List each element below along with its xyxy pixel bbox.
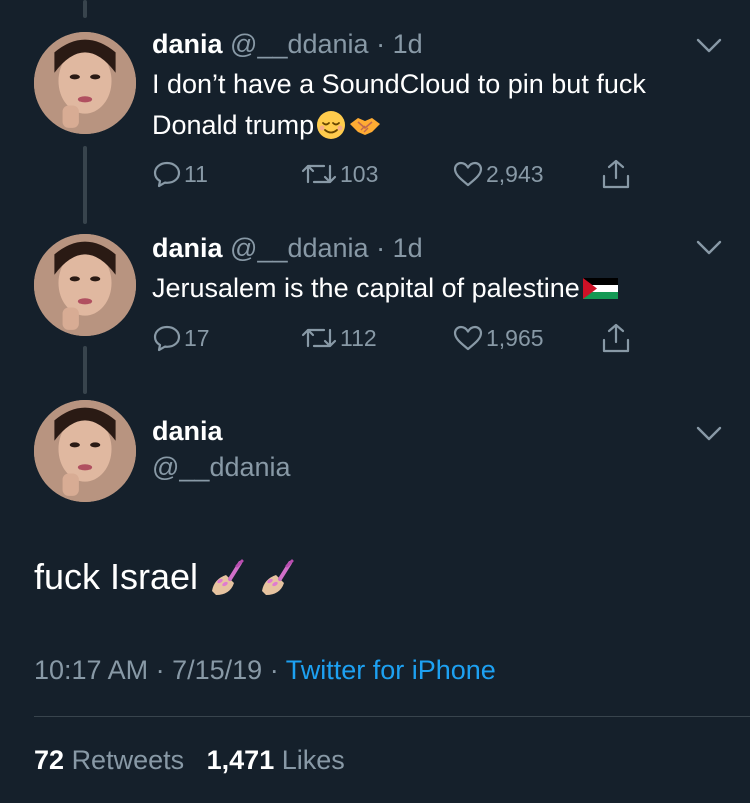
like-button[interactable]: 1,965 [452, 324, 544, 352]
handle[interactable]: @__ddania [230, 29, 369, 59]
tweet-body: fuck Israel [34, 556, 199, 597]
reply-icon [153, 161, 181, 188]
like-count: 2,943 [486, 161, 544, 187]
tweet-body: Jerusalem is the capital of palestine [152, 273, 580, 303]
share-button[interactable] [600, 158, 632, 190]
tweet-header: dania @__ddania · 1d [152, 28, 423, 60]
retweet-total: 72 [34, 745, 65, 775]
nail-polish-emoji [212, 559, 244, 595]
tweet-text: Jerusalem is the capital of palestine [152, 268, 727, 309]
retweet-icon [301, 164, 337, 184]
separator: · [376, 29, 386, 59]
thread-line-1 [83, 146, 87, 224]
avatar[interactable] [34, 400, 136, 502]
retweets-label: Retweets [71, 745, 185, 775]
share-icon [602, 323, 630, 353]
tweet-age[interactable]: 1d [393, 29, 423, 59]
reply-button[interactable]: 11 [152, 160, 208, 188]
palestine-flag-emoji [582, 278, 618, 299]
share-icon [602, 159, 630, 189]
retweet-icon [301, 328, 337, 348]
avatar[interactable] [34, 32, 136, 134]
chevron-down-icon[interactable] [696, 240, 722, 256]
share-button[interactable] [600, 322, 632, 354]
tweet-date[interactable]: 7/15/19 [172, 655, 262, 685]
separator: · [376, 233, 386, 263]
handle[interactable]: @__ddania [230, 233, 369, 263]
reply-count: 17 [184, 325, 210, 351]
like-count: 1,965 [486, 325, 544, 351]
retweet-button[interactable]: 112 [300, 324, 377, 352]
thread-line-top [83, 0, 87, 18]
tweet-source-link[interactable]: Twitter for iPhone [286, 655, 496, 685]
divider [34, 716, 750, 717]
thread-line-2 [83, 346, 87, 394]
nail-polish-emoji [262, 559, 294, 595]
likes-label: Likes [281, 745, 345, 775]
retweet-count: 103 [340, 161, 379, 187]
tweet-age[interactable]: 1d [393, 233, 423, 263]
engagement-stats: 72 Retweets 1,471 Likes [34, 745, 345, 776]
separator: · [155, 655, 165, 685]
heart-icon [453, 325, 483, 351]
main-tweet-text: fuck Israel [34, 553, 298, 601]
avatar[interactable] [34, 234, 136, 336]
chevron-down-icon[interactable] [696, 38, 722, 54]
like-total: 1,471 [206, 745, 275, 775]
tweet-text: I don’t have a SoundCloud to pin but fuc… [152, 64, 727, 146]
handshake-emoji [350, 118, 381, 135]
likes-stat[interactable]: 1,471 Likes [207, 745, 345, 775]
display-name[interactable]: dania [152, 29, 223, 59]
tweet-body: I don’t have a SoundCloud to pin but fuc… [152, 69, 646, 140]
relieved-face-emoji [317, 111, 346, 139]
tweet-timestamp: 10:17 AM · 7/15/19 · Twitter for iPhone [34, 655, 496, 686]
reply-icon [153, 325, 181, 352]
chevron-down-icon[interactable] [696, 426, 722, 442]
display-name[interactable]: dania [152, 416, 223, 447]
retweet-button[interactable]: 103 [300, 160, 378, 188]
display-name[interactable]: dania [152, 233, 223, 263]
like-button[interactable]: 2,943 [452, 160, 544, 188]
tweet-time[interactable]: 10:17 AM [34, 655, 148, 685]
reply-count: 11 [184, 161, 208, 187]
reply-button[interactable]: 17 [152, 324, 210, 352]
retweet-count: 112 [340, 325, 377, 351]
heart-icon [453, 161, 483, 187]
tweet-header: dania @__ddania · 1d [152, 232, 423, 264]
retweets-stat[interactable]: 72 Retweets [34, 745, 184, 775]
handle[interactable]: @__ddania [152, 452, 291, 483]
separator: · [269, 655, 279, 685]
